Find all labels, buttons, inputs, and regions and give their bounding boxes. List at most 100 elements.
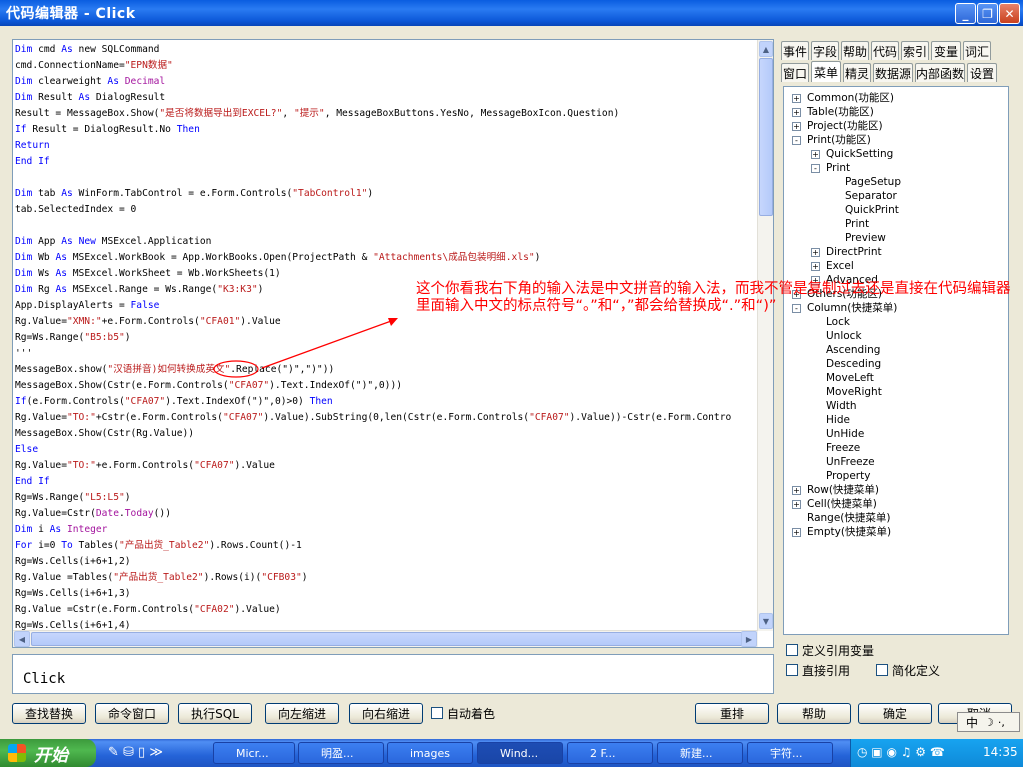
rearrange-button[interactable]: 重排 — [695, 703, 769, 724]
tree-node[interactable]: Property — [826, 469, 870, 483]
tree-node[interactable]: Print — [845, 217, 869, 231]
code-text-area[interactable]: Dim cmd As new SQLCommand cmd.ConnectionN… — [15, 42, 757, 630]
code-line[interactable] — [15, 218, 757, 234]
ok-button[interactable]: 确定 — [858, 703, 932, 724]
tree-node[interactable]: Print — [826, 161, 850, 175]
tree-node[interactable]: Lock — [826, 315, 850, 329]
tree-node[interactable]: Range(快捷菜单) — [807, 511, 890, 525]
code-line[interactable]: For i=0 To Tables("产品出货_Table2").Rows.Co… — [15, 538, 757, 554]
tab-index[interactable]: 索引 — [901, 41, 929, 60]
code-line[interactable]: Rg=Ws.Cells(i+6+1,2) — [15, 554, 757, 570]
code-line[interactable]: Rg=Ws.Cells(i+6+1,3) — [15, 586, 757, 602]
code-line[interactable]: Rg.Value =Tables("产品出货_Table2").Rows(i)(… — [15, 570, 757, 586]
expand-icon[interactable]: + — [792, 486, 801, 495]
code-line[interactable]: Rg.Value="TO:"+Cstr(e.Form.Controls("CFA… — [15, 410, 757, 426]
tree-node[interactable]: Common(功能区) — [807, 91, 894, 105]
code-line[interactable]: Dim Result As DialogResult — [15, 90, 757, 106]
code-line[interactable]: Rg.Value="TO:"+e.Form.Controls("CFA07").… — [15, 458, 757, 474]
find-replace-button[interactable]: 查找替换 — [12, 703, 86, 724]
direct-ref-checkbox[interactable] — [786, 664, 798, 676]
execute-sql-button[interactable]: 执行SQL — [178, 703, 252, 724]
indent-left-button[interactable]: 向左缩进 — [265, 703, 339, 724]
scroll-left-icon[interactable]: ◀ — [14, 631, 30, 647]
code-line[interactable]: MessageBox.Show(Cstr(e.Form.Controls("CF… — [15, 378, 757, 394]
define-ref-var-checkbox[interactable] — [786, 644, 798, 656]
code-line[interactable]: Rg=Ws.Cells(i+6+1,4) — [15, 618, 757, 630]
minimize-button[interactable]: _ — [955, 3, 976, 24]
tab-settings[interactable]: 设置 — [967, 63, 997, 82]
code-line[interactable]: If Result = DialogResult.No Then — [15, 122, 757, 138]
task-2f[interactable]: 2 F... — [567, 742, 653, 764]
indent-right-button[interactable]: 向右缩进 — [349, 703, 423, 724]
code-line[interactable]: MessageBox.Show(Cstr(Rg.Value)) — [15, 426, 757, 442]
tree-node[interactable]: Excel — [826, 259, 854, 273]
tree-node[interactable]: Ascending — [826, 343, 880, 357]
tree-node[interactable]: Cell(快捷菜单) — [807, 497, 877, 511]
horizontal-scroll-thumb[interactable] — [31, 632, 743, 646]
expand-icon[interactable]: + — [792, 122, 801, 131]
code-line[interactable]: End If — [15, 154, 757, 170]
tree-node[interactable]: Row(快捷菜单) — [807, 483, 879, 497]
tab-menu[interactable]: 菜单 — [811, 61, 841, 82]
code-line[interactable]: Dim tab As WinForm.TabControl = e.Form.C… — [15, 186, 757, 202]
task-ie[interactable]: 宇符... — [747, 742, 833, 764]
tab-wizard[interactable]: 精灵 — [843, 63, 871, 82]
code-line[interactable]: ''' — [15, 346, 757, 362]
tree-node[interactable]: UnHide — [826, 427, 864, 441]
code-line[interactable]: Dim Ws As MSExcel.WorkSheet = Wb.WorkShe… — [15, 266, 757, 282]
start-button[interactable]: 开始 — [0, 739, 96, 767]
simple-def-checkbox[interactable] — [876, 664, 888, 676]
code-line[interactable]: Return — [15, 138, 757, 154]
ime-toolbar[interactable]: 中 ☽ ·, — [957, 712, 1020, 732]
code-line[interactable]: Result = MessageBox.Show("是否将数据导出到EXCEL?… — [15, 106, 757, 122]
expand-icon[interactable]: + — [792, 528, 801, 537]
tree-node[interactable]: Desceding — [826, 357, 881, 371]
ime-punct-icon[interactable]: ·, — [998, 716, 1005, 729]
tree-node[interactable]: QuickPrint — [845, 203, 899, 217]
tab-window[interactable]: 窗口 — [781, 63, 809, 82]
code-editor[interactable]: Dim cmd As new SQLCommand cmd.ConnectionN… — [12, 39, 774, 648]
tree-node[interactable]: Width — [826, 399, 857, 413]
tree-node[interactable]: Freeze — [826, 441, 860, 455]
maximize-button[interactable]: ❐ — [977, 3, 998, 24]
code-line[interactable]: Rg=Ws.Range("B5:b5") — [15, 330, 757, 346]
tab-builtin-functions[interactable]: 内部函数 — [915, 63, 965, 82]
expand-icon[interactable]: + — [792, 108, 801, 117]
tree-node[interactable]: QuickSetting — [826, 147, 893, 161]
expand-icon[interactable]: + — [792, 500, 801, 509]
tab-help[interactable]: 帮助 — [841, 41, 869, 60]
collapse-icon[interactable]: - — [811, 164, 820, 173]
code-line[interactable]: End If — [15, 474, 757, 490]
code-line[interactable]: Rg.Value=Cstr(Date.Today()) — [15, 506, 757, 522]
help-button[interactable]: 帮助 — [777, 703, 851, 724]
tree-node[interactable]: Separator — [845, 189, 897, 203]
expand-icon[interactable]: + — [811, 248, 820, 257]
tree-node[interactable]: MoveRight — [826, 385, 882, 399]
tab-fields[interactable]: 字段 — [811, 41, 839, 60]
tree-node[interactable]: Preview — [845, 231, 886, 245]
command-window-button[interactable]: 命令窗口 — [95, 703, 169, 724]
scroll-down-icon[interactable]: ▼ — [759, 613, 773, 629]
vertical-scrollbar[interactable]: ▲ ▼ — [757, 40, 773, 631]
tree-node[interactable]: Empty(快捷菜单) — [807, 525, 891, 539]
tree-node[interactable]: UnFreeze — [826, 455, 875, 469]
tree-node[interactable]: PageSetup — [845, 175, 901, 189]
code-line[interactable]: Dim Wb As MSExcel.WorkBook = App.WorkBoo… — [15, 250, 757, 266]
tree-node[interactable]: Project(功能区) — [807, 119, 883, 133]
code-line[interactable]: Else — [15, 442, 757, 458]
code-line[interactable]: If(e.Form.Controls("CFA07").Text.IndexOf… — [15, 394, 757, 410]
tree-node[interactable]: DirectPrint — [826, 245, 882, 259]
tab-variables[interactable]: 变量 — [931, 41, 961, 60]
task-wind[interactable]: Wind... — [477, 742, 563, 764]
tab-code[interactable]: 代码 — [871, 41, 899, 60]
output-panel[interactable]: Click — [12, 654, 774, 694]
expand-icon[interactable]: + — [811, 262, 820, 271]
task-micr[interactable]: Micr... — [213, 742, 295, 764]
code-line[interactable]: Dim cmd As new SQLCommand — [15, 42, 757, 58]
code-line[interactable]: cmd.ConnectionName="EPN数据" — [15, 58, 757, 74]
task-images[interactable]: images — [387, 742, 473, 764]
code-line[interactable]: Dim i As Integer — [15, 522, 757, 538]
collapse-icon[interactable]: - — [792, 136, 801, 145]
ime-moon-icon[interactable]: ☽ — [984, 716, 994, 729]
tab-vocabulary[interactable]: 词汇 — [963, 41, 991, 60]
